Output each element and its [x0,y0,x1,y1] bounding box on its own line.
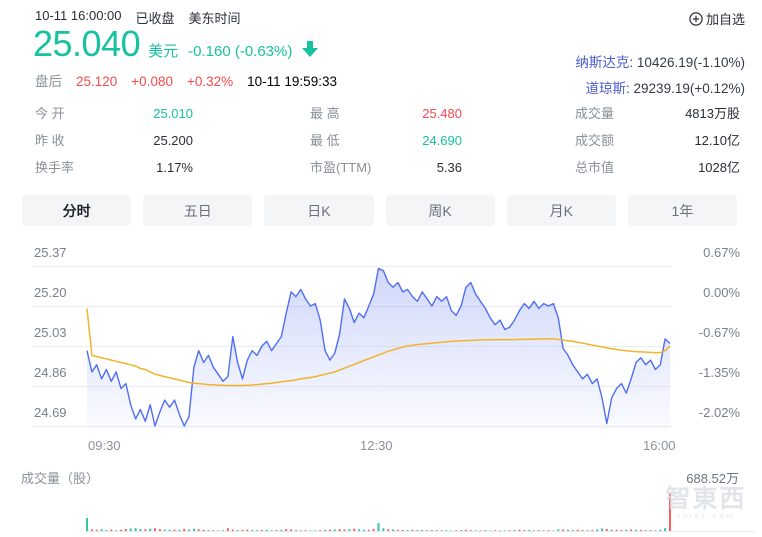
stat-prev-close: 昨 收 25.200 [35,127,193,154]
tab-daily-k[interactable]: 日K [264,195,373,226]
currency-label: 美元 [148,40,178,61]
index-nasdaq[interactable]: 纳斯达克: 10426.19(-1.10%) [575,50,745,76]
stock-detail-page: 10-11 16:00:00 已收盘 美东时间 25.040 美元 -0.160… [0,0,762,537]
index-nasdaq-value: : 10426.19(-1.10%) [629,55,745,70]
volume-panel-title: 成交量（股） [21,468,99,487]
index-nasdaq-label: 纳斯达克 [575,55,629,70]
tab-five-day[interactable]: 五日 [143,195,252,226]
tab-one-year[interactable]: 1年 [628,195,737,226]
x-axis-label-open: 09:30 [88,438,121,453]
y-axis-pct-label: -1.35% [699,365,740,381]
stat-volume-label: 成交量 [575,100,614,127]
stat-market-cap: 总市值 1028亿 [575,154,740,181]
after-hours-time: 10-11 19:59:33 [247,74,337,89]
market-indices: 纳斯达克: 10426.19(-1.10%) 道琼斯: 29239.19(+0.… [575,50,745,102]
tab-monthly-k[interactable]: 月K [507,195,616,226]
chart-period-tabs: 分时 五日 日K 周K 月K 1年 [22,195,737,226]
y-axis-price-label: 24.86 [34,365,67,381]
y-axis-pct-label: 0.67% [703,245,740,261]
after-hours-row: 盘后 25.120 +0.080 +0.32% 10-11 19:59:33 [35,70,337,90]
last-price: 25.040 [33,24,140,64]
index-dow-label: 道琼斯 [586,81,627,96]
price-area-fill [87,268,670,429]
stat-low-label: 最 低 [310,127,340,154]
tab-weekly-k[interactable]: 周K [386,195,495,226]
stat-amount: 成交额 12.10亿 [575,127,740,154]
stats-column-3: 成交量 4813万股 成交额 12.10亿 总市值 1028亿 [575,100,740,181]
volume-last-value: 688.52万 [686,468,739,487]
stat-market-cap-value: 1028亿 [698,154,740,181]
stat-high: 最 高 25.480 [310,100,462,127]
y-axis-price-label: 25.03 [34,325,67,341]
volume-bars-chart [87,489,673,532]
add-watchlist-button[interactable]: 加自选 [689,9,745,28]
stat-volume: 成交量 4813万股 [575,100,740,127]
add-watchlist-label: 加自选 [706,9,745,28]
volume-bar [669,494,671,532]
stat-pe-ttm: 市盈(TTM) 5.36 [310,154,462,181]
y-axis-price-label: 25.37 [34,245,67,261]
after-hours-change: +0.080 [131,74,173,89]
stat-open: 今 开 25.010 [35,100,193,127]
stat-turnover-rate-value: 1.17% [156,154,193,181]
current-price-row: 25.040 美元 -0.160 (-0.63%) [33,24,318,64]
stat-prev-close-value: 25.200 [153,127,193,154]
stat-open-label: 今 开 [35,100,65,127]
stat-amount-value: 12.10亿 [694,127,740,154]
stat-high-label: 最 高 [310,100,340,127]
x-axis-label-midday: 12:30 [360,438,393,453]
stat-low-value: 24.690 [422,127,462,154]
after-hours-label: 盘后 [35,70,62,90]
stat-market-cap-label: 总市值 [575,154,614,181]
index-dow[interactable]: 道琼斯: 29239.19(+0.12%) [575,76,745,102]
stat-pe-ttm-value: 5.36 [437,154,462,181]
price-change: -0.160 (-0.63%) [188,43,292,60]
y-axis-price-label: 25.20 [34,285,67,301]
y-axis-pct-label: -2.02% [699,405,740,421]
volume-bar [86,518,88,532]
stat-low: 最 低 24.690 [310,127,462,154]
volume-baseline [87,531,755,532]
stat-high-value: 25.480 [422,100,462,127]
x-axis-label-close: 16:00 [643,438,676,453]
intraday-price-chart[interactable] [87,240,673,430]
stat-pe-ttm-label: 市盈(TTM) [310,154,371,181]
circle-plus-icon [689,12,703,26]
tab-intraday[interactable]: 分时 [22,195,131,226]
stat-prev-close-label: 昨 收 [35,127,65,154]
after-hours-change-pct: +0.32% [187,74,233,89]
y-axis-pct-label: 0.00% [703,285,740,301]
stats-column-2: 最 高 25.480 最 低 24.690 市盈(TTM) 5.36 [310,100,462,181]
y-axis-price-label: 24.69 [34,405,67,421]
stats-column-1: 今 开 25.010 昨 收 25.200 换手率 1.17% [35,100,193,181]
down-arrow-icon [302,41,318,62]
stat-amount-label: 成交额 [575,127,614,154]
index-dow-value: : 29239.19(+0.12%) [626,81,745,96]
stat-open-value: 25.010 [153,100,193,127]
stat-turnover-rate-label: 换手率 [35,154,74,181]
stat-turnover-rate: 换手率 1.17% [35,154,193,181]
stat-volume-value: 4813万股 [685,100,740,127]
y-axis-pct-label: -0.67% [699,325,740,341]
after-hours-price: 25.120 [76,74,117,89]
